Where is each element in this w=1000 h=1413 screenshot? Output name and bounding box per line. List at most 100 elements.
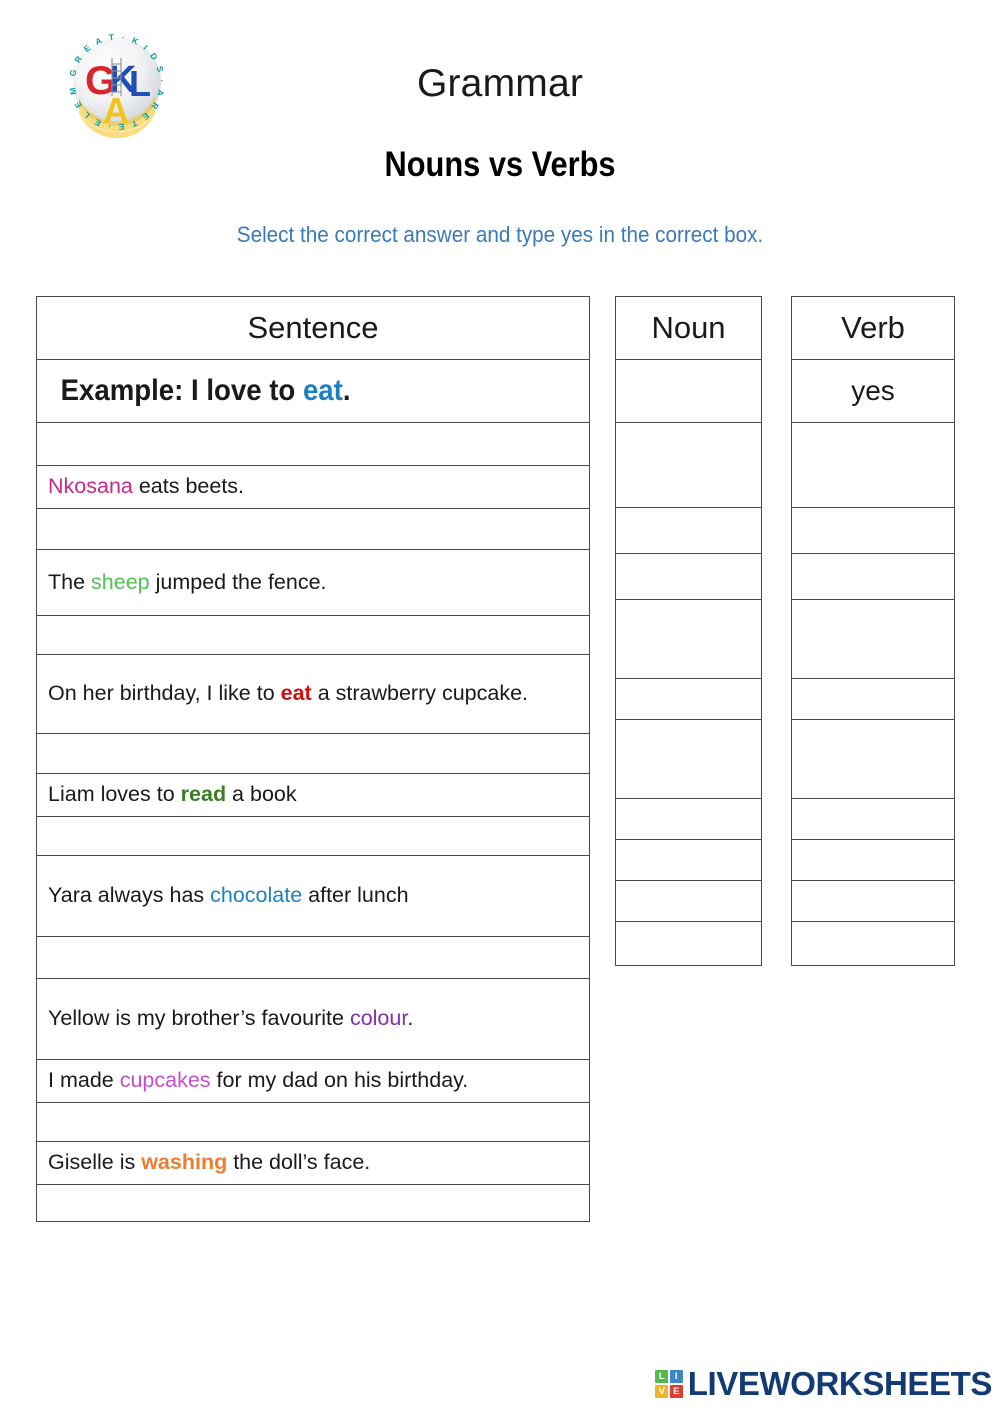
verb-answer-row: [791, 422, 955, 508]
verb-answer-box-3[interactable]: [791, 553, 955, 600]
spacer-row: [36, 508, 590, 550]
example-highlight-word: eat: [302, 373, 343, 407]
sentence-after-7: for my dad on his birthday.: [210, 1068, 469, 1093]
verb-answer-box-7[interactable]: [791, 798, 955, 840]
sentence-highlight-2: sheep: [91, 569, 150, 594]
verb-answer-row: yes: [791, 359, 955, 423]
example-sentence-cell: Example: I love to eat.: [36, 359, 590, 423]
noun-answer-row: [615, 798, 762, 840]
sentence-spacer-cell: [36, 936, 590, 979]
sentence-spacer-cell: [36, 615, 590, 655]
noun-answer-row: [615, 880, 762, 922]
sentence-after-5: after lunch: [302, 883, 409, 908]
spacer-row: [36, 1184, 590, 1222]
sentence-cell-3: On her birthday, I like to eat a strawbe…: [36, 654, 590, 734]
sentence-before-8: Giselle is: [48, 1150, 142, 1175]
verb-answer-box-8[interactable]: [791, 839, 955, 881]
sentence-spacer-cell: [36, 422, 590, 466]
sentence-cell-8: Giselle is washing the doll’s face.: [36, 1141, 590, 1185]
sentence-highlight-3: eat: [280, 681, 312, 706]
verb-answer-box-6[interactable]: [791, 719, 955, 799]
noun-answer-row: [615, 678, 762, 720]
sentence-highlight-8: washing: [141, 1150, 228, 1175]
sentence-highlight-4: read: [180, 782, 227, 807]
verb-answer-box-5[interactable]: [791, 678, 955, 720]
table-header-row: Sentence: [36, 296, 590, 360]
table-row: Yara always has chocolate after lunch: [36, 855, 590, 937]
verb-answer-row: [791, 553, 955, 600]
sentence-spacer-cell: [36, 733, 590, 774]
noun-answer-row: [615, 599, 762, 679]
verb-answer-row: [791, 798, 955, 840]
noun-answer-row: [615, 553, 762, 600]
noun-answer-box-6[interactable]: [615, 719, 762, 799]
verb-answer-box-1[interactable]: [791, 422, 955, 508]
sentence-table-body: Sentence Example: I love to eat. Nkosana…: [36, 296, 590, 1222]
column-header-sentence: Sentence: [36, 296, 590, 360]
noun-answer-box-9[interactable]: [615, 880, 762, 922]
verb-answer-table: Verb yes: [791, 296, 955, 966]
verb-answer-box-10[interactable]: [791, 921, 955, 966]
verb-answer-row: [791, 880, 955, 922]
table-row: I made cupcakes for my dad on his birthd…: [36, 1059, 590, 1103]
liveworksheets-logo[interactable]: L I V E LIVEWORKSHEETS: [655, 1365, 992, 1403]
table-row: Liam loves to read a book: [36, 773, 590, 817]
verb-answer-box-4[interactable]: [791, 599, 955, 679]
sentence-highlight-6: colour: [349, 1006, 408, 1031]
verb-answer-row: [791, 839, 955, 881]
example-prefix: Example: I love to: [60, 373, 303, 407]
noun-answer-box-1[interactable]: [615, 422, 762, 508]
tile-i: I: [669, 1370, 683, 1384]
noun-answer-box-example[interactable]: [615, 359, 762, 423]
sentence-after-8: the doll’s face.: [227, 1150, 371, 1175]
noun-answer-row: [615, 719, 762, 799]
table-row: Nkosana eats beets.: [36, 465, 590, 509]
tile-e: E: [669, 1384, 683, 1398]
sentence-before-6: Yellow is my brother’s favourite: [48, 1006, 350, 1031]
verb-answer-box-example[interactable]: yes: [791, 359, 955, 423]
sentence-cell-7: I made cupcakes for my dad on his birthd…: [36, 1059, 590, 1103]
table-row: The sheep jumped the fence.: [36, 549, 590, 616]
sentence-cell-1: Nkosana eats beets.: [36, 465, 590, 509]
verb-answer-row: [791, 678, 955, 720]
verb-answer-row: [791, 921, 955, 966]
sentence-after-2: jumped the fence.: [149, 569, 327, 594]
noun-answer-row: [615, 507, 762, 554]
noun-table-body: Noun: [615, 296, 762, 966]
example-row: Example: I love to eat.: [36, 359, 590, 423]
sentence-cell-6: Yellow is my brother’s favourite colour.: [36, 978, 590, 1060]
spacer-row: [36, 816, 590, 856]
sentence-after-1: eats beets.: [132, 474, 245, 499]
sentence-after-4: a book: [226, 782, 297, 807]
noun-answer-row: [615, 921, 762, 966]
noun-answer-box-10[interactable]: [615, 921, 762, 966]
sentence-highlight-1: Nkosana: [48, 474, 133, 499]
noun-answer-box-4[interactable]: [615, 599, 762, 679]
sentence-spacer-cell: [36, 816, 590, 856]
noun-answer-box-8[interactable]: [615, 839, 762, 881]
verb-table-body: Verb yes: [791, 296, 955, 966]
verb-answer-box-2[interactable]: [791, 507, 955, 554]
verb-answer-row: [791, 507, 955, 554]
noun-answer-table: Noun: [615, 296, 762, 966]
sentence-highlight-7: cupcakes: [119, 1068, 211, 1093]
noun-answer-row: [615, 359, 762, 423]
spacer-row: [36, 615, 590, 655]
worksheet-header: G R E A T · K I D S · A R E T E · E L E …: [0, 0, 1000, 270]
page-subtitle: Nouns vs Verbs: [384, 145, 616, 184]
noun-answer-box-3[interactable]: [615, 553, 762, 600]
sentence-spacer-cell: [36, 1102, 590, 1142]
noun-answer-box-5[interactable]: [615, 678, 762, 720]
noun-answer-row: [615, 839, 762, 881]
tile-l: L: [655, 1370, 669, 1384]
noun-answer-box-7[interactable]: [615, 798, 762, 840]
noun-answer-box-2[interactable]: [615, 507, 762, 554]
noun-answer-row: [615, 422, 762, 508]
sentence-before-5: Yara always has: [48, 883, 211, 908]
table-row: Giselle is washing the doll’s face.: [36, 1141, 590, 1185]
verb-answer-box-9[interactable]: [791, 880, 955, 922]
sentence-spacer-cell: [36, 1184, 590, 1222]
sentence-before-4: Liam loves to: [48, 782, 181, 807]
sentence-before-2: The: [48, 569, 92, 594]
liveworksheets-wordmark: LIVEWORKSHEETS: [687, 1365, 993, 1402]
